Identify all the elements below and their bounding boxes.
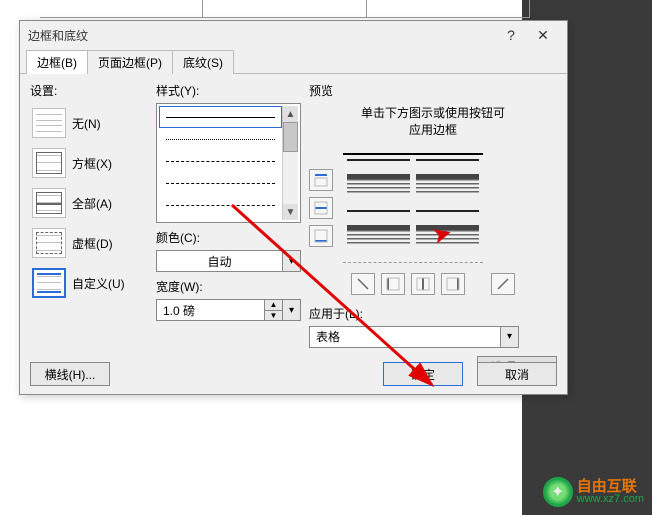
spin-down-icon[interactable]: ▼: [265, 311, 282, 321]
border-diag-down-button[interactable]: [351, 273, 375, 295]
border-vmid-button[interactable]: [411, 273, 435, 295]
style-scrollbar[interactable]: ▲ ▼: [282, 106, 298, 220]
setting-all-label: 全部(A): [72, 195, 112, 212]
horizontal-line-button[interactable]: 横线(H)...: [30, 362, 110, 386]
cancel-button[interactable]: 取消: [477, 362, 557, 386]
width-spinner[interactable]: ▲ ▼: [264, 300, 282, 320]
style-column: 样式(Y): ▲ ▼ 颜色(C): 自动: [156, 82, 301, 378]
apply-to-label: 应用于(L):: [309, 305, 557, 322]
style-label: 样式(Y):: [156, 82, 301, 99]
preview-label: 预览: [309, 82, 557, 99]
dialog-title: 边框和底纹: [28, 27, 495, 44]
style-dash-small[interactable]: [159, 150, 282, 172]
border-diag-up-button[interactable]: [491, 273, 515, 295]
setting-none-label: 无(N): [72, 115, 101, 132]
ok-button[interactable]: 确定: [383, 362, 463, 386]
setting-dashed-label: 虚框(D): [72, 235, 113, 252]
tab-shading[interactable]: 底纹(S): [172, 50, 234, 74]
chevron-down-icon[interactable]: ▾: [500, 327, 518, 347]
border-right-button[interactable]: [441, 273, 465, 295]
setting-custom-icon: [32, 268, 66, 298]
help-button[interactable]: ?: [495, 23, 527, 47]
preview-side-buttons: [309, 169, 333, 247]
color-value: 自动: [157, 253, 282, 270]
spin-up-icon[interactable]: ▲: [265, 300, 282, 311]
settings-label: 设置:: [30, 82, 148, 99]
border-left-button[interactable]: [381, 273, 405, 295]
preview-column: 预览 单击下方图示或使用按钮可 应用边框: [309, 82, 557, 378]
setting-all[interactable]: 全部(A): [30, 183, 148, 223]
setting-box-icon: [32, 148, 66, 178]
dialog-footer: 横线(H)... 确定 取消: [30, 362, 557, 386]
color-combo[interactable]: 自动 ▾: [156, 250, 301, 272]
border-hmid-button[interactable]: [309, 197, 333, 219]
scroll-thumb[interactable]: [283, 122, 298, 152]
setting-dashed-icon: [32, 228, 66, 258]
width-label: 宽度(W):: [156, 278, 301, 295]
scroll-down-icon[interactable]: ▼: [283, 204, 298, 220]
setting-all-icon: [32, 188, 66, 218]
watermark-cn: 自由互联: [577, 479, 644, 494]
tab-page-borders[interactable]: 页面边框(P): [87, 50, 173, 74]
chevron-down-icon[interactable]: ▾: [282, 300, 300, 320]
setting-none-icon: [32, 108, 66, 138]
watermark-logo-icon: ✦: [543, 477, 573, 507]
setting-custom-label: 自定义(U): [72, 275, 125, 292]
border-top-button[interactable]: [309, 169, 333, 191]
style-dotted[interactable]: [159, 128, 282, 150]
preview-hint: 单击下方图示或使用按钮可 应用边框: [309, 105, 557, 139]
watermark: ✦ 自由互联 www.xz7.com: [543, 477, 644, 507]
style-listbox[interactable]: ▲ ▼: [156, 103, 301, 223]
titlebar: 边框和底纹 ? ✕: [20, 21, 567, 49]
close-button[interactable]: ✕: [527, 23, 559, 47]
tab-borders[interactable]: 边框(B): [26, 50, 88, 74]
apply-to-value: 表格: [310, 328, 500, 345]
preview-diagram[interactable]: [343, 153, 483, 263]
setting-none[interactable]: 无(N): [30, 103, 148, 143]
tab-strip: 边框(B) 页面边框(P) 底纹(S): [20, 49, 567, 74]
width-value: 1.0 磅: [157, 302, 264, 319]
scroll-up-icon[interactable]: ▲: [283, 106, 298, 122]
setting-custom[interactable]: 自定义(U): [30, 263, 148, 303]
setting-dashed[interactable]: 虚框(D): [30, 223, 148, 263]
style-solid[interactable]: [159, 106, 282, 128]
borders-and-shading-dialog: 边框和底纹 ? ✕ 边框(B) 页面边框(P) 底纹(S) 设置: 无(N): [19, 20, 568, 395]
apply-to-group: 应用于(L): 表格 ▾ 选项(O)...: [309, 305, 557, 348]
settings-column: 设置: 无(N) 方框(X): [30, 82, 148, 378]
style-dash-large[interactable]: [159, 172, 282, 194]
color-label: 颜色(C):: [156, 229, 301, 246]
setting-box[interactable]: 方框(X): [30, 143, 148, 183]
watermark-url: www.xz7.com: [577, 494, 644, 505]
apply-to-combo[interactable]: 表格 ▾: [309, 326, 519, 348]
width-combo[interactable]: 1.0 磅 ▲ ▼ ▾: [156, 299, 301, 321]
background-table-fragment: [40, 0, 530, 18]
border-bottom-button[interactable]: [309, 225, 333, 247]
style-dash-double[interactable]: [159, 194, 282, 216]
chevron-down-icon[interactable]: ▾: [282, 251, 300, 271]
setting-box-label: 方框(X): [72, 155, 112, 172]
preview-bottom-buttons: [309, 273, 557, 295]
